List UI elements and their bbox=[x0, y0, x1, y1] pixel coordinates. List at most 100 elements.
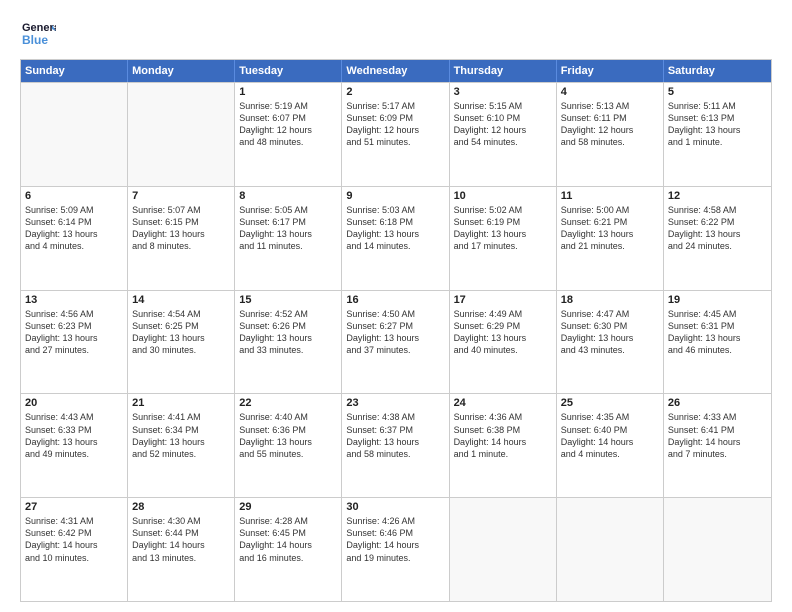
header: General Blue bbox=[20, 15, 772, 51]
calendar-cell-empty bbox=[128, 83, 235, 186]
day-number: 17 bbox=[454, 294, 552, 306]
cell-line: Daylight: 13 hours bbox=[346, 228, 444, 240]
cell-line: Sunset: 6:21 PM bbox=[561, 216, 659, 228]
cell-line: Sunrise: 4:45 AM bbox=[668, 308, 767, 320]
cell-line: Sunset: 6:17 PM bbox=[239, 216, 337, 228]
calendar-row-1: 1Sunrise: 5:19 AMSunset: 6:07 PMDaylight… bbox=[21, 82, 771, 186]
cell-line: Daylight: 14 hours bbox=[561, 436, 659, 448]
cell-line: Daylight: 13 hours bbox=[668, 332, 767, 344]
cell-line: and 30 minutes. bbox=[132, 344, 230, 356]
day-number: 18 bbox=[561, 294, 659, 306]
cell-line: Sunrise: 4:28 AM bbox=[239, 515, 337, 527]
cell-line: Daylight: 14 hours bbox=[132, 539, 230, 551]
calendar-cell-8: 8Sunrise: 5:05 AMSunset: 6:17 PMDaylight… bbox=[235, 187, 342, 290]
cell-line: Sunset: 6:38 PM bbox=[454, 424, 552, 436]
cell-line: Sunrise: 4:41 AM bbox=[132, 411, 230, 423]
cell-line: Sunrise: 5:02 AM bbox=[454, 204, 552, 216]
day-number: 3 bbox=[454, 86, 552, 98]
cell-line: and 16 minutes. bbox=[239, 552, 337, 564]
cell-line: Sunset: 6:41 PM bbox=[668, 424, 767, 436]
cell-line: Daylight: 13 hours bbox=[668, 228, 767, 240]
cell-line: Daylight: 13 hours bbox=[668, 124, 767, 136]
calendar-cell-empty bbox=[21, 83, 128, 186]
calendar-row-4: 20Sunrise: 4:43 AMSunset: 6:33 PMDayligh… bbox=[21, 393, 771, 497]
cell-line: Daylight: 13 hours bbox=[561, 332, 659, 344]
calendar: SundayMondayTuesdayWednesdayThursdayFrid… bbox=[20, 59, 772, 602]
cell-line: Daylight: 12 hours bbox=[239, 124, 337, 136]
cell-line: and 21 minutes. bbox=[561, 240, 659, 252]
cell-line: and 4 minutes. bbox=[561, 448, 659, 460]
cell-line: Sunrise: 4:56 AM bbox=[25, 308, 123, 320]
cell-line: Sunset: 6:23 PM bbox=[25, 320, 123, 332]
calendar-cell-20: 20Sunrise: 4:43 AMSunset: 6:33 PMDayligh… bbox=[21, 394, 128, 497]
svg-text:Blue: Blue bbox=[22, 33, 48, 47]
cell-line: Sunrise: 5:05 AM bbox=[239, 204, 337, 216]
cell-line: Sunset: 6:29 PM bbox=[454, 320, 552, 332]
cell-line: Sunset: 6:40 PM bbox=[561, 424, 659, 436]
weekday-header-wednesday: Wednesday bbox=[342, 60, 449, 82]
calendar-cell-empty bbox=[450, 498, 557, 601]
cell-line: Sunrise: 5:11 AM bbox=[668, 100, 767, 112]
cell-line: Sunrise: 5:15 AM bbox=[454, 100, 552, 112]
day-number: 26 bbox=[668, 397, 767, 409]
cell-line: Sunrise: 5:07 AM bbox=[132, 204, 230, 216]
cell-line: and 4 minutes. bbox=[25, 240, 123, 252]
cell-line: Sunrise: 4:58 AM bbox=[668, 204, 767, 216]
weekday-header-saturday: Saturday bbox=[664, 60, 771, 82]
cell-line: Daylight: 14 hours bbox=[668, 436, 767, 448]
day-number: 23 bbox=[346, 397, 444, 409]
day-number: 27 bbox=[25, 501, 123, 513]
cell-line: and 13 minutes. bbox=[132, 552, 230, 564]
cell-line: Sunrise: 5:13 AM bbox=[561, 100, 659, 112]
cell-line: and 55 minutes. bbox=[239, 448, 337, 460]
cell-line: Sunset: 6:46 PM bbox=[346, 527, 444, 539]
cell-line: and 33 minutes. bbox=[239, 344, 337, 356]
day-number: 24 bbox=[454, 397, 552, 409]
cell-line: Sunset: 6:34 PM bbox=[132, 424, 230, 436]
cell-line: Sunrise: 4:54 AM bbox=[132, 308, 230, 320]
day-number: 5 bbox=[668, 86, 767, 98]
day-number: 20 bbox=[25, 397, 123, 409]
cell-line: Sunrise: 4:52 AM bbox=[239, 308, 337, 320]
cell-line: Sunrise: 4:35 AM bbox=[561, 411, 659, 423]
calendar-cell-23: 23Sunrise: 4:38 AMSunset: 6:37 PMDayligh… bbox=[342, 394, 449, 497]
cell-line: Daylight: 12 hours bbox=[346, 124, 444, 136]
cell-line: and 58 minutes. bbox=[561, 136, 659, 148]
cell-line: and 1 minute. bbox=[668, 136, 767, 148]
cell-line: and 43 minutes. bbox=[561, 344, 659, 356]
cell-line: Sunset: 6:33 PM bbox=[25, 424, 123, 436]
cell-line: Daylight: 14 hours bbox=[239, 539, 337, 551]
calendar-body: 1Sunrise: 5:19 AMSunset: 6:07 PMDaylight… bbox=[21, 82, 771, 601]
calendar-cell-29: 29Sunrise: 4:28 AMSunset: 6:45 PMDayligh… bbox=[235, 498, 342, 601]
cell-line: Daylight: 13 hours bbox=[454, 228, 552, 240]
cell-line: Sunset: 6:15 PM bbox=[132, 216, 230, 228]
day-number: 14 bbox=[132, 294, 230, 306]
cell-line: and 58 minutes. bbox=[346, 448, 444, 460]
calendar-cell-15: 15Sunrise: 4:52 AMSunset: 6:26 PMDayligh… bbox=[235, 291, 342, 394]
cell-line: Sunset: 6:31 PM bbox=[668, 320, 767, 332]
calendar-cell-11: 11Sunrise: 5:00 AMSunset: 6:21 PMDayligh… bbox=[557, 187, 664, 290]
cell-line: Sunrise: 4:40 AM bbox=[239, 411, 337, 423]
cell-line: Sunset: 6:30 PM bbox=[561, 320, 659, 332]
cell-line: and 1 minute. bbox=[454, 448, 552, 460]
cell-line: Sunrise: 4:49 AM bbox=[454, 308, 552, 320]
cell-line: Sunset: 6:25 PM bbox=[132, 320, 230, 332]
day-number: 9 bbox=[346, 190, 444, 202]
day-number: 1 bbox=[239, 86, 337, 98]
logo-icon: General Blue bbox=[20, 15, 56, 51]
cell-line: Daylight: 14 hours bbox=[454, 436, 552, 448]
calendar-cell-7: 7Sunrise: 5:07 AMSunset: 6:15 PMDaylight… bbox=[128, 187, 235, 290]
calendar-row-3: 13Sunrise: 4:56 AMSunset: 6:23 PMDayligh… bbox=[21, 290, 771, 394]
cell-line: Sunrise: 4:38 AM bbox=[346, 411, 444, 423]
cell-line: and 24 minutes. bbox=[668, 240, 767, 252]
calendar-cell-2: 2Sunrise: 5:17 AMSunset: 6:09 PMDaylight… bbox=[342, 83, 449, 186]
day-number: 6 bbox=[25, 190, 123, 202]
calendar-row-2: 6Sunrise: 5:09 AMSunset: 6:14 PMDaylight… bbox=[21, 186, 771, 290]
cell-line: Daylight: 13 hours bbox=[132, 228, 230, 240]
day-number: 2 bbox=[346, 86, 444, 98]
logo: General Blue bbox=[20, 15, 56, 51]
cell-line: Daylight: 13 hours bbox=[239, 332, 337, 344]
day-number: 8 bbox=[239, 190, 337, 202]
cell-line: Sunset: 6:11 PM bbox=[561, 112, 659, 124]
cell-line: Sunrise: 4:26 AM bbox=[346, 515, 444, 527]
